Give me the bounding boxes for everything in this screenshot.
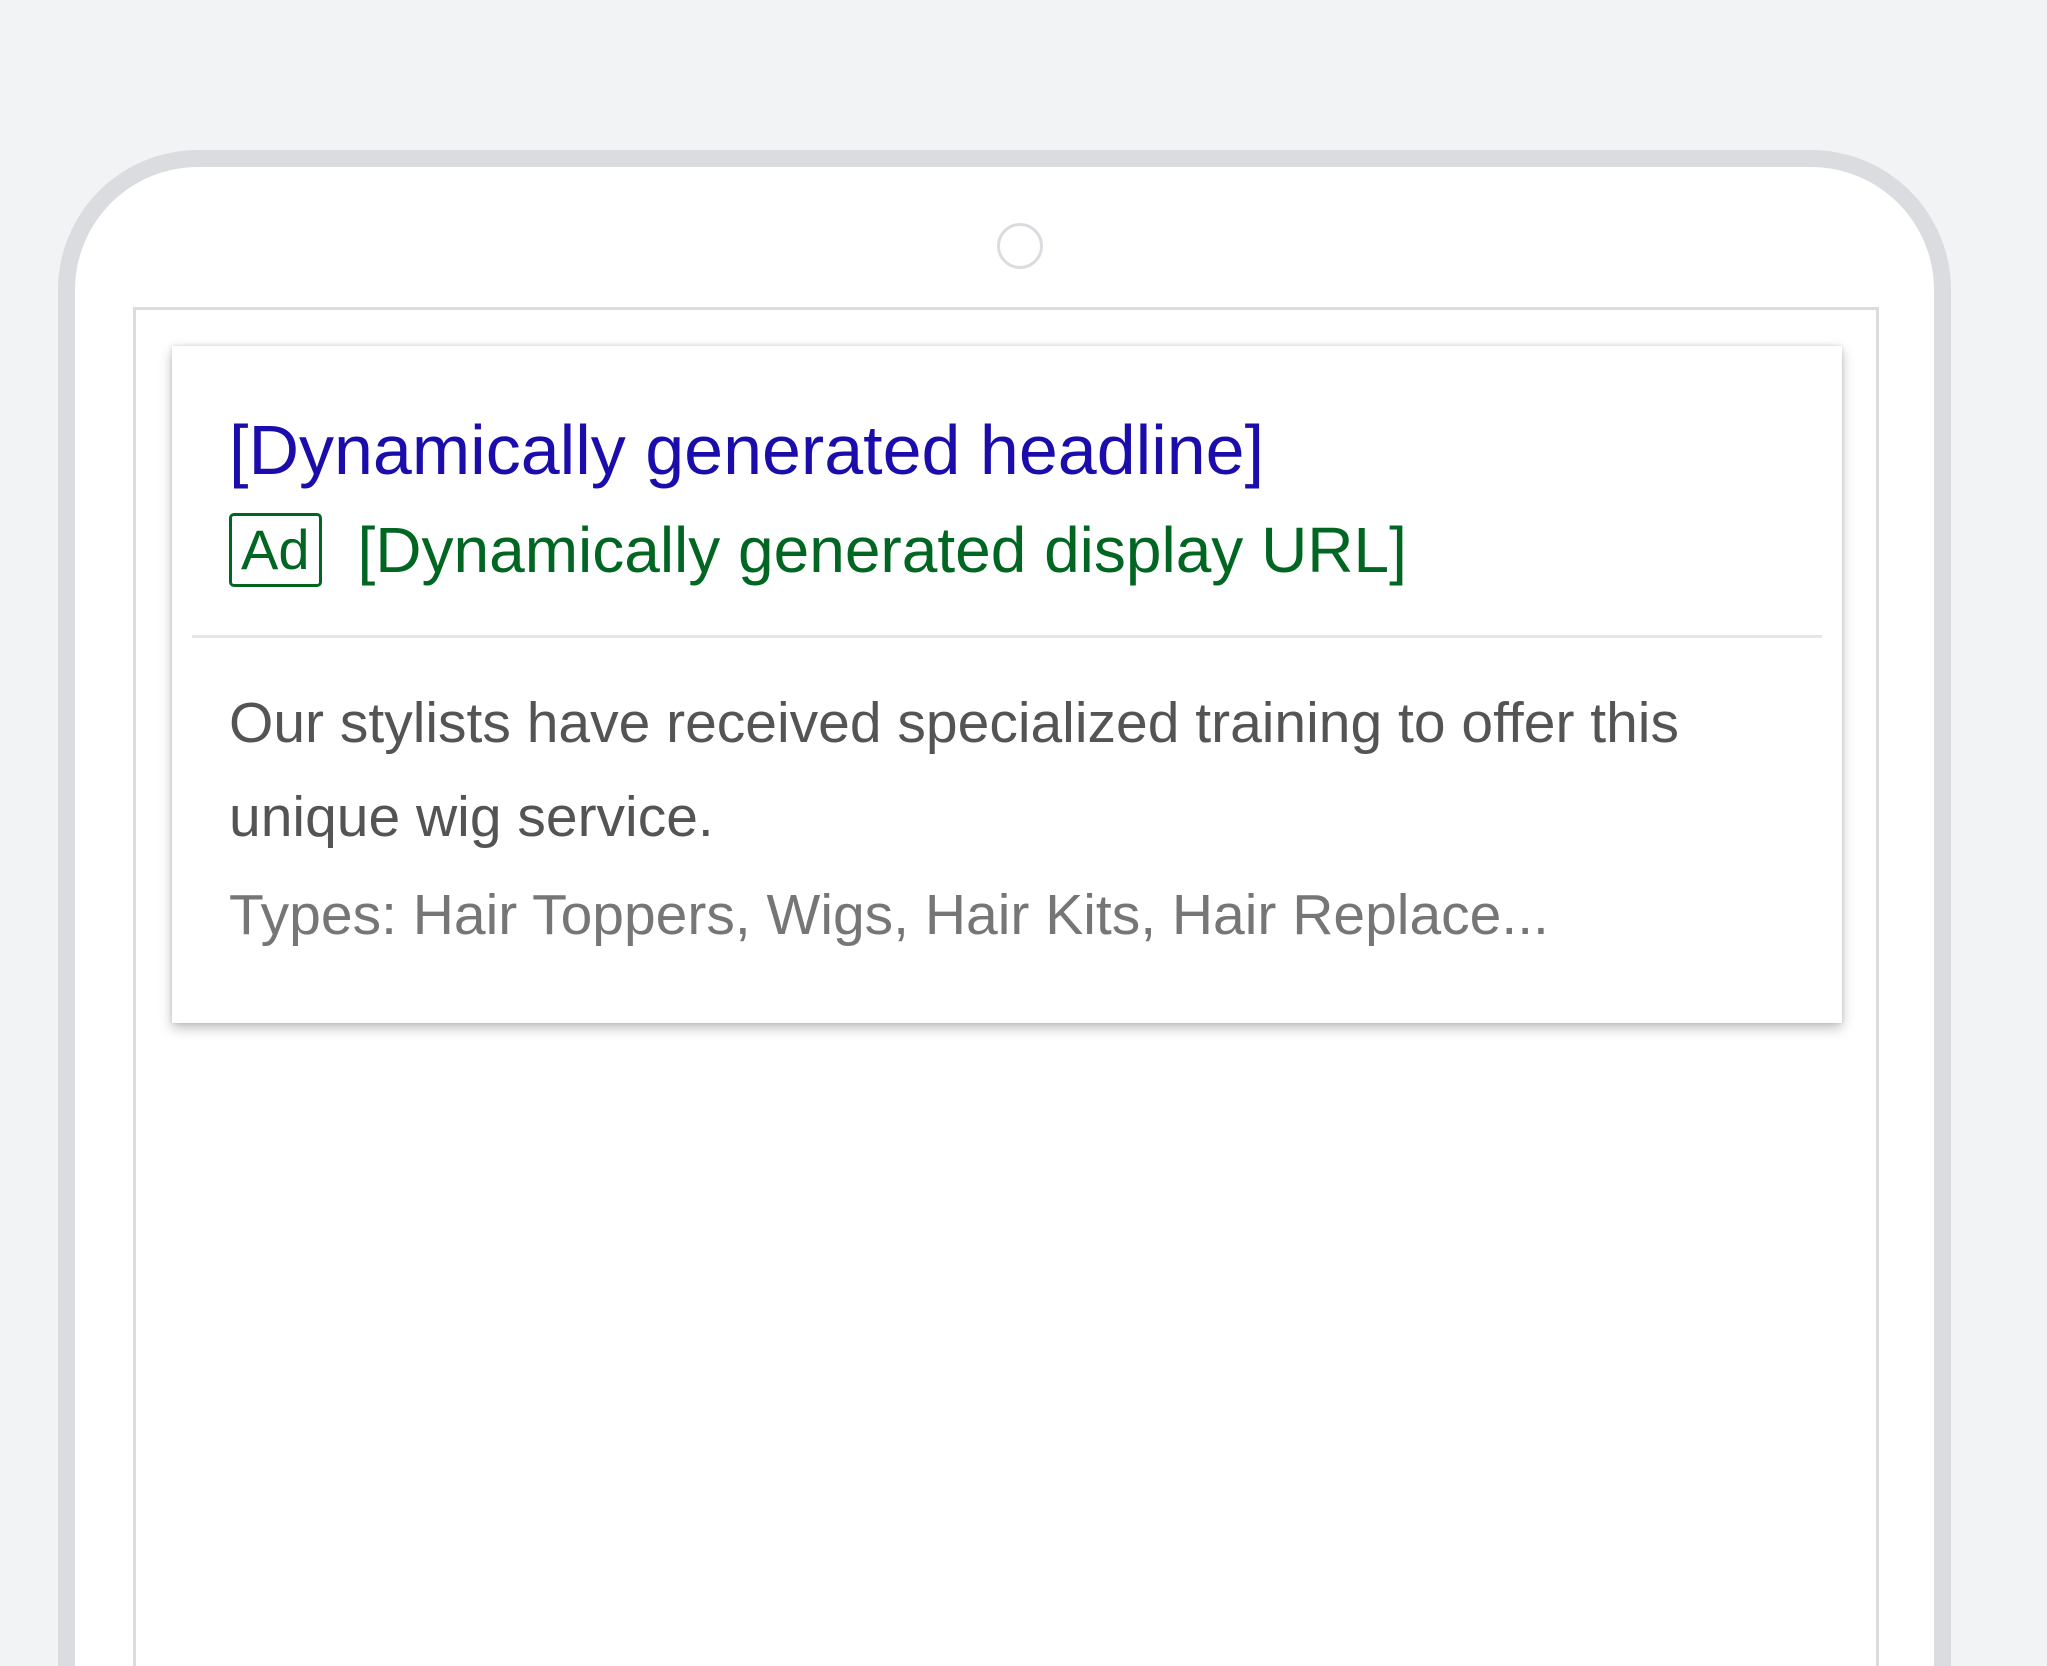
ad-url-row: Ad [Dynamically generated display URL]	[229, 511, 1407, 589]
mobile-device-frame: [Dynamically generated headline] Ad [Dyn…	[58, 150, 1951, 1666]
ad-badge: Ad	[229, 513, 322, 587]
preview-stage: [Dynamically generated headline] Ad [Dyn…	[0, 0, 2047, 1666]
ad-preview-card: [Dynamically generated headline] Ad [Dyn…	[172, 346, 1842, 1023]
ad-display-url[interactable]: [Dynamically generated display URL]	[358, 511, 1407, 589]
ad-headline-link[interactable]: [Dynamically generated headline]	[229, 408, 1264, 492]
ad-divider	[192, 635, 1822, 638]
ad-description: Our stylists have received specialized t…	[229, 691, 1679, 849]
camera-icon	[997, 223, 1043, 269]
mobile-screen: [Dynamically generated headline] Ad [Dyn…	[133, 307, 1879, 1666]
ad-structured-snippet: Types: Hair Toppers, Wigs, Hair Kits, Ha…	[229, 883, 1549, 947]
